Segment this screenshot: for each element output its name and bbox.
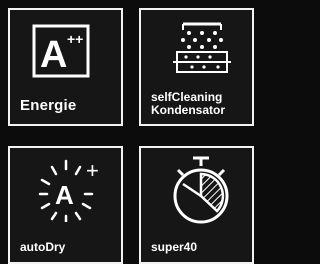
energy-label: Energie bbox=[20, 97, 77, 114]
auto-dry-letter: A bbox=[55, 180, 74, 210]
energy-feature-tile[interactable]: A ++ Energie bbox=[8, 8, 123, 126]
super40-label: super40 bbox=[151, 240, 198, 254]
auto-dry-icon: A + bbox=[38, 158, 99, 222]
auto-dry-plus: + bbox=[86, 158, 99, 183]
self-cleaning-condenser-tile[interactable]: selfCleaning Kondensator bbox=[139, 8, 254, 126]
energy-rating-plus: ++ bbox=[67, 31, 83, 47]
self-cleaning-label: selfCleaning Kondensator bbox=[151, 91, 225, 117]
energy-rating-icon: A ++ bbox=[32, 24, 90, 78]
self-cleaning-condenser-icon bbox=[173, 22, 231, 73]
self-cleaning-label-line2: Kondensator bbox=[151, 103, 226, 117]
stopwatch-icon bbox=[173, 156, 229, 224]
auto-dry-label: autoDry bbox=[20, 240, 66, 254]
energy-rating-letter: A bbox=[40, 34, 67, 76]
super40-tile[interactable]: super40 bbox=[139, 146, 254, 264]
auto-dry-tile[interactable]: A + autoDry bbox=[8, 146, 123, 264]
